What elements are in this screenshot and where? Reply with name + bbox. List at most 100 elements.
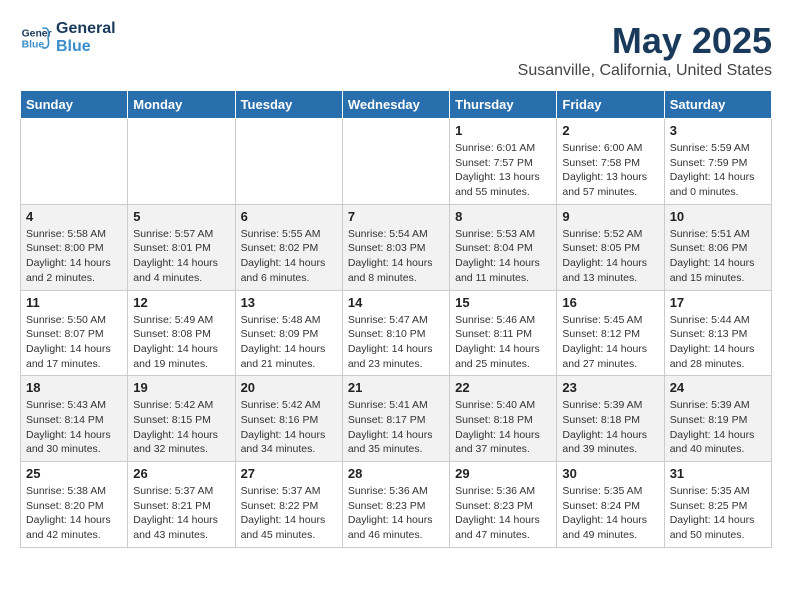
day-info: Sunrise: 5:49 AM Sunset: 8:08 PM Dayligh… [133,313,229,372]
day-number: 30 [562,466,658,481]
day-info: Sunrise: 5:43 AM Sunset: 8:14 PM Dayligh… [26,398,122,457]
day-number: 21 [348,380,444,395]
day-number: 31 [670,466,766,481]
day-number: 10 [670,209,766,224]
day-number: 1 [455,123,551,138]
calendar-cell: 7Sunrise: 5:54 AM Sunset: 8:03 PM Daylig… [342,204,449,290]
day-number: 28 [348,466,444,481]
day-info: Sunrise: 5:42 AM Sunset: 8:15 PM Dayligh… [133,398,229,457]
calendar-cell [342,119,449,205]
logo-blue: Blue [56,38,116,56]
calendar-cell: 26Sunrise: 5:37 AM Sunset: 8:21 PM Dayli… [128,462,235,548]
day-number: 3 [670,123,766,138]
day-info: Sunrise: 5:58 AM Sunset: 8:00 PM Dayligh… [26,227,122,286]
calendar-cell: 28 Sunrise: 5:36 AM Sunset: 8:23 PM Dayli… [342,462,449,548]
calendar-cell: 5Sunrise: 5:57 AM Sunset: 8:01 PM Daylig… [128,204,235,290]
calendar-cell: 16 Sunrise: 5:45 AM Sunset: 8:12 PM Dayli… [557,290,664,376]
day-info: Sunrise: 6:01 AM Sunset: 7:57 PM Dayligh… [455,141,551,200]
calendar-header-row: SundayMondayTuesdayWednesdayThursdayFrid… [21,91,772,119]
day-info: Sunrise: 5:53 AM Sunset: 8:04 PM Dayligh… [455,227,551,286]
day-info: Sunrise: 5:55 AM Sunset: 8:02 PM Dayligh… [241,227,337,286]
logo-icon: General Blue [20,22,52,54]
day-info: Sunrise: 5:38 AM Sunset: 8:20 PM Dayligh… [26,484,122,543]
day-info: Sunrise: 5:48 AM Sunset: 8:09 PM Dayligh… [241,313,337,372]
calendar-cell: 8Sunrise: 5:53 AM Sunset: 8:04 PM Daylig… [450,204,557,290]
calendar-week-row: 1 Sunrise: 6:01 AM Sunset: 7:57 PM Daylig… [21,119,772,205]
calendar-cell: 10 Sunrise: 5:51 AM Sunset: 8:06 PM Dayli… [664,204,771,290]
day-info: Sunrise: 5:35 AM Sunset: 8:25 PM Dayligh… [670,484,766,543]
day-info: Sunrise: 5:50 AM Sunset: 8:07 PM Dayligh… [26,313,122,372]
calendar-cell: 31 Sunrise: 5:35 AM Sunset: 8:25 PM Dayli… [664,462,771,548]
calendar-day-header: Friday [557,91,664,119]
day-info: Sunrise: 5:39 AM Sunset: 8:19 PM Dayligh… [670,398,766,457]
calendar-cell [21,119,128,205]
calendar-cell: 2 Sunrise: 6:00 AM Sunset: 7:58 PM Daylig… [557,119,664,205]
day-number: 27 [241,466,337,481]
calendar-cell: 24 Sunrise: 5:39 AM Sunset: 8:19 PM Dayli… [664,376,771,462]
day-info: Sunrise: 5:41 AM Sunset: 8:17 PM Dayligh… [348,398,444,457]
calendar-cell [128,119,235,205]
calendar-week-row: 25 Sunrise: 5:38 AM Sunset: 8:20 PM Dayli… [21,462,772,548]
day-info: Sunrise: 5:59 AM Sunset: 7:59 PM Dayligh… [670,141,766,200]
day-info: Sunrise: 5:45 AM Sunset: 8:12 PM Dayligh… [562,313,658,372]
day-number: 20 [241,380,337,395]
page-header: General Blue General Blue May 2025 Susan… [20,20,772,80]
calendar-cell: 4Sunrise: 5:58 AM Sunset: 8:00 PM Daylig… [21,204,128,290]
page-subtitle: Susanville, California, United States [518,62,772,80]
day-number: 19 [133,380,229,395]
calendar-day-header: Monday [128,91,235,119]
day-info: Sunrise: 5:46 AM Sunset: 8:11 PM Dayligh… [455,313,551,372]
calendar-body: 1 Sunrise: 6:01 AM Sunset: 7:57 PM Daylig… [21,119,772,548]
calendar-day-header: Thursday [450,91,557,119]
calendar-cell: 12 Sunrise: 5:49 AM Sunset: 8:08 PM Dayli… [128,290,235,376]
calendar-cell: 14Sunrise: 5:47 AM Sunset: 8:10 PM Dayli… [342,290,449,376]
day-number: 2 [562,123,658,138]
day-info: Sunrise: 5:52 AM Sunset: 8:05 PM Dayligh… [562,227,658,286]
day-number: 12 [133,295,229,310]
day-info: Sunrise: 6:00 AM Sunset: 7:58 PM Dayligh… [562,141,658,200]
day-info: Sunrise: 5:51 AM Sunset: 8:06 PM Dayligh… [670,227,766,286]
day-info: Sunrise: 5:36 AM Sunset: 8:23 PM Dayligh… [455,484,551,543]
day-number: 11 [26,295,122,310]
day-info: Sunrise: 5:40 AM Sunset: 8:18 PM Dayligh… [455,398,551,457]
calendar-day-header: Tuesday [235,91,342,119]
day-number: 18 [26,380,122,395]
calendar-cell: 3 Sunrise: 5:59 AM Sunset: 7:59 PM Daylig… [664,119,771,205]
calendar-cell: 11 Sunrise: 5:50 AM Sunset: 8:07 PM Dayli… [21,290,128,376]
calendar-week-row: 18 Sunrise: 5:43 AM Sunset: 8:14 PM Dayli… [21,376,772,462]
calendar-cell: 1 Sunrise: 6:01 AM Sunset: 7:57 PM Daylig… [450,119,557,205]
day-number: 29 [455,466,551,481]
day-number: 24 [670,380,766,395]
day-info: Sunrise: 5:36 AM Sunset: 8:23 PM Dayligh… [348,484,444,543]
day-number: 6 [241,209,337,224]
calendar-cell [235,119,342,205]
calendar-cell: 17 Sunrise: 5:44 AM Sunset: 8:13 PM Dayli… [664,290,771,376]
title-area: May 2025 Susanville, California, United … [518,20,772,80]
day-info: Sunrise: 5:37 AM Sunset: 8:22 PM Dayligh… [241,484,337,543]
calendar-cell: 20Sunrise: 5:42 AM Sunset: 8:16 PM Dayli… [235,376,342,462]
day-number: 17 [670,295,766,310]
day-number: 16 [562,295,658,310]
calendar-cell: 6 Sunrise: 5:55 AM Sunset: 8:02 PM Daylig… [235,204,342,290]
calendar-cell: 21 Sunrise: 5:41 AM Sunset: 8:17 PM Dayli… [342,376,449,462]
day-info: Sunrise: 5:39 AM Sunset: 8:18 PM Dayligh… [562,398,658,457]
calendar-cell: 29 Sunrise: 5:36 AM Sunset: 8:23 PM Dayli… [450,462,557,548]
calendar-day-header: Sunday [21,91,128,119]
calendar-cell: 30Sunrise: 5:35 AM Sunset: 8:24 PM Dayli… [557,462,664,548]
calendar-cell: 18 Sunrise: 5:43 AM Sunset: 8:14 PM Dayli… [21,376,128,462]
page-title: May 2025 [518,20,772,62]
calendar-day-header: Saturday [664,91,771,119]
day-info: Sunrise: 5:54 AM Sunset: 8:03 PM Dayligh… [348,227,444,286]
day-number: 9 [562,209,658,224]
calendar-cell: 23Sunrise: 5:39 AM Sunset: 8:18 PM Dayli… [557,376,664,462]
day-number: 22 [455,380,551,395]
calendar-cell: 9 Sunrise: 5:52 AM Sunset: 8:05 PM Daylig… [557,204,664,290]
logo: General Blue General Blue [20,20,116,55]
calendar-cell: 25 Sunrise: 5:38 AM Sunset: 8:20 PM Dayli… [21,462,128,548]
day-info: Sunrise: 5:44 AM Sunset: 8:13 PM Dayligh… [670,313,766,372]
day-info: Sunrise: 5:57 AM Sunset: 8:01 PM Dayligh… [133,227,229,286]
calendar-table: SundayMondayTuesdayWednesdayThursdayFrid… [20,90,772,548]
day-info: Sunrise: 5:37 AM Sunset: 8:21 PM Dayligh… [133,484,229,543]
day-number: 25 [26,466,122,481]
calendar-cell: 15Sunrise: 5:46 AM Sunset: 8:11 PM Dayli… [450,290,557,376]
